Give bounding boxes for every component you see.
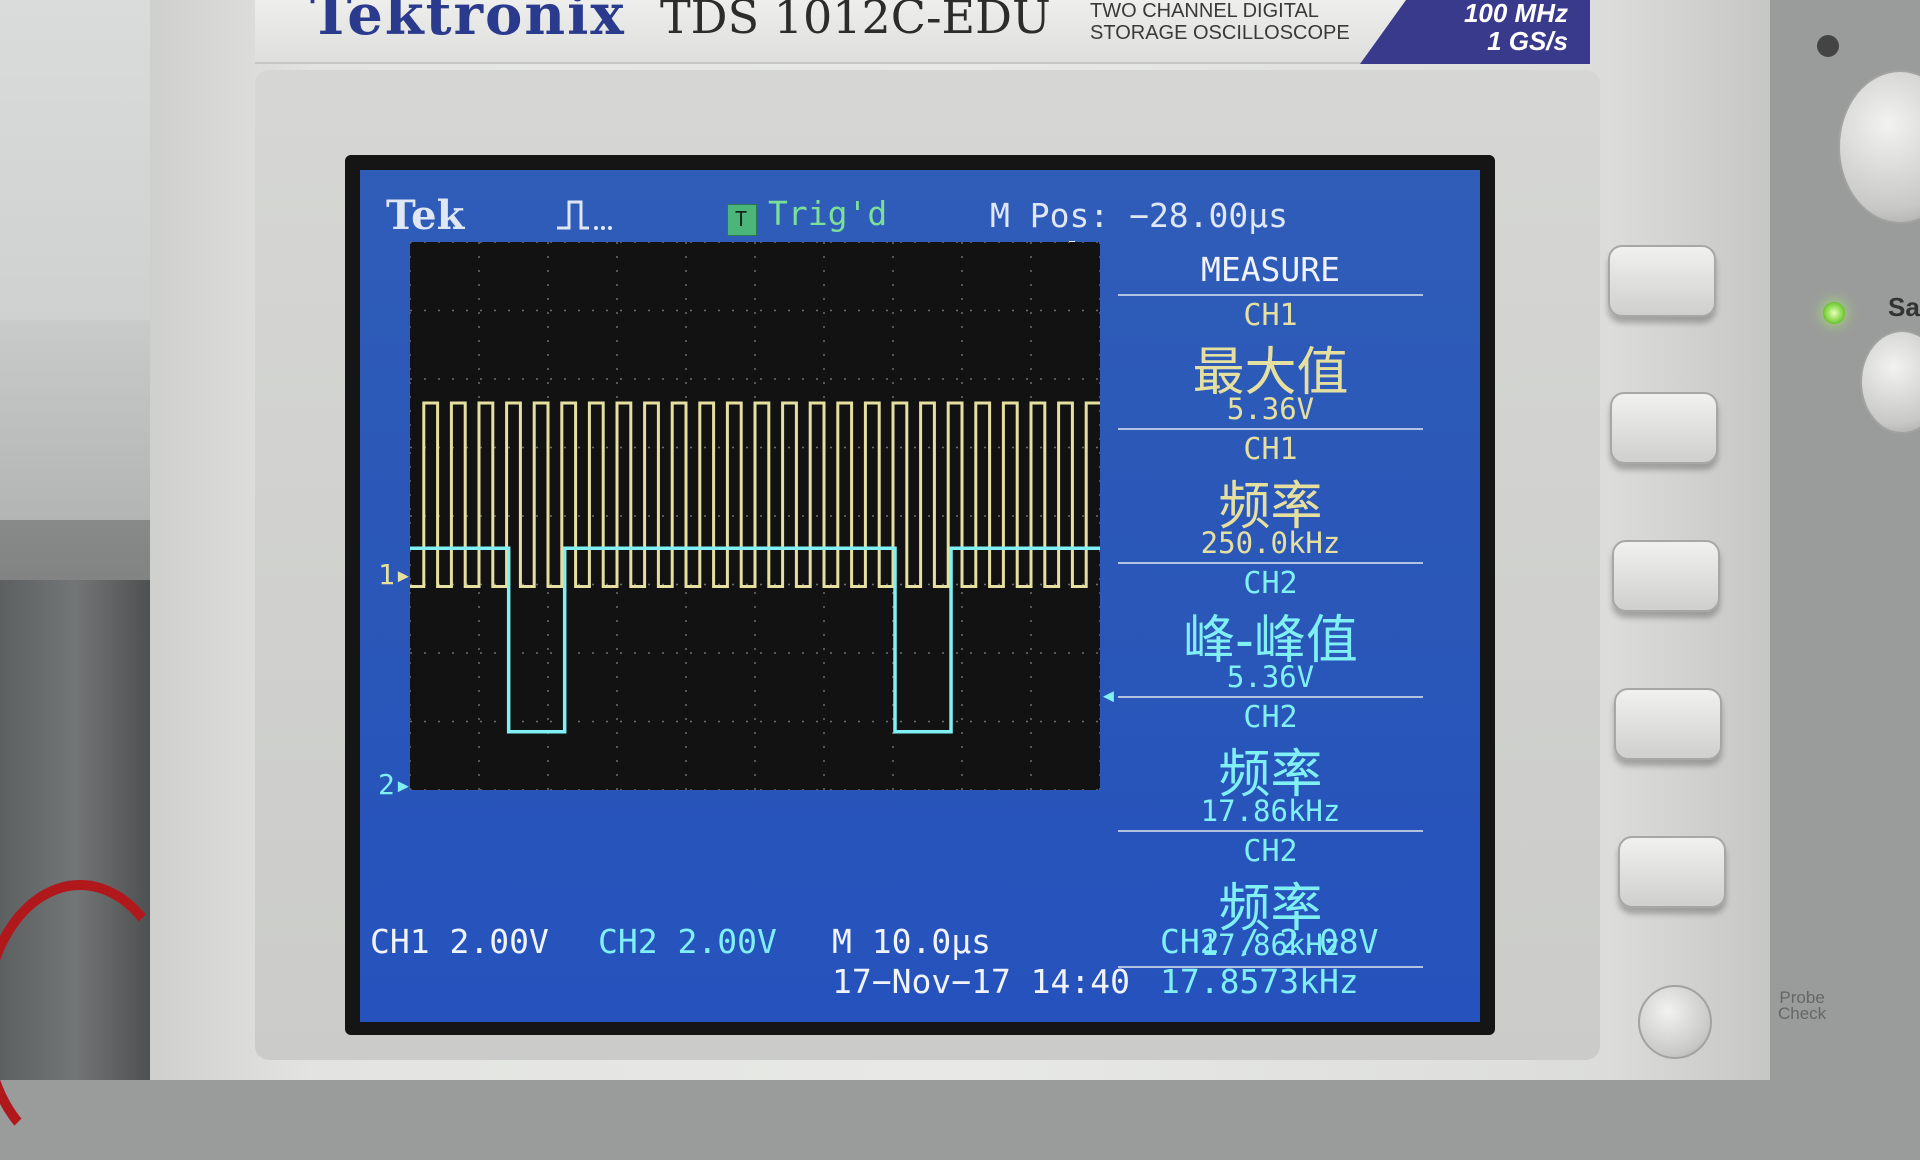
measure-value: 250.0kHz <box>1200 526 1341 560</box>
waveform-area <box>409 241 1101 791</box>
ch2-marker-arrow: ▸ <box>394 768 412 801</box>
measure-channel: CH2 <box>1243 834 1298 869</box>
ch2-ground-marker: 2▸ <box>378 768 412 801</box>
panel-indicator <box>1817 35 1839 57</box>
m-pos-readout: M Pos: −28.00µs <box>990 196 1289 235</box>
sample-rate-label: 1 GS/s <box>1487 26 1568 56</box>
ch1-waveform <box>410 401 1100 589</box>
timebase-readout: M 10.0µs <box>832 922 991 961</box>
measure-slot-2[interactable]: CH1 频率 250.0kHz <box>1118 428 1423 564</box>
trigger-frequency-readout: 17.8573kHz <box>1160 962 1359 1001</box>
measure-value: 5.36V <box>1226 660 1315 694</box>
ch2-scale-readout: CH2 2.00V <box>598 922 777 961</box>
menu-button-4[interactable] <box>1614 688 1722 760</box>
measure-channel: CH2 <box>1243 566 1298 601</box>
measure-value: 5.36V <box>1226 392 1315 426</box>
tek-logo: Tek <box>386 192 465 239</box>
measure-slot-3[interactable]: CH2 峰-峰值 5.36V <box>1118 562 1423 698</box>
menu-button-2[interactable] <box>1610 392 1718 464</box>
measure-channel: CH1 <box>1243 432 1298 467</box>
brand-logo: Tektronix <box>310 0 626 48</box>
trigger-status-icon <box>727 204 757 236</box>
measure-channel: CH2 <box>1243 700 1298 735</box>
datetime-readout: 17−Nov−17 14:40 <box>832 962 1131 1001</box>
probe-check-label: Probe Check <box>1778 988 1827 1023</box>
ch1-ground-marker: 1▸ <box>378 558 412 591</box>
device-description: TWO CHANNEL DIGITAL STORAGE OSCILLOSCOPE <box>1090 0 1350 44</box>
menu-title: MEASURE <box>1200 250 1341 289</box>
ch1-scale-readout: CH1 2.00V <box>370 922 549 961</box>
menu-button-5[interactable] <box>1618 836 1726 908</box>
bandwidth-label: 100 MHz <box>1463 0 1568 28</box>
side-label: Sa <box>1888 292 1920 322</box>
trigger-level-marker: ◂ <box>1100 678 1117 711</box>
trigger-status: Trig'd <box>768 194 888 233</box>
menu-button-3[interactable] <box>1612 540 1720 612</box>
menu-button-1[interactable] <box>1608 245 1716 317</box>
ch2-marker-label: 2 <box>378 768 395 801</box>
acquire-mode-icon <box>557 200 612 230</box>
side-knob[interactable] <box>1860 330 1920 434</box>
model-name: TDS 1012C-EDU <box>660 0 1051 44</box>
ch1-marker-label: 1 <box>378 558 395 591</box>
multipurpose-knob[interactable] <box>1838 70 1920 224</box>
trigger-readout: CH2 ∕ 2.08V <box>1160 922 1379 961</box>
measure-value: 17.86kHz <box>1200 794 1341 828</box>
measure-slot-1[interactable]: CH1 最大值 5.36V <box>1118 294 1423 430</box>
measure-slot-4[interactable]: CH2 频率 17.86kHz <box>1118 696 1423 832</box>
status-led <box>1823 302 1845 324</box>
measure-menu: MEASURE CH1 最大值 5.36V CH1 频率 250.0kHz CH… <box>1118 242 1423 968</box>
waveform-display <box>409 241 1101 791</box>
ch1-marker-arrow: ▸ <box>394 558 412 591</box>
bottom-knob[interactable] <box>1638 985 1712 1059</box>
measure-channel: CH1 <box>1243 298 1298 333</box>
oscilloscope-screen: Tek Trig'd M Pos: −28.00µs 1▸ 2▸ ◂ MEASU… <box>360 170 1480 1022</box>
background-shelf <box>0 320 160 520</box>
